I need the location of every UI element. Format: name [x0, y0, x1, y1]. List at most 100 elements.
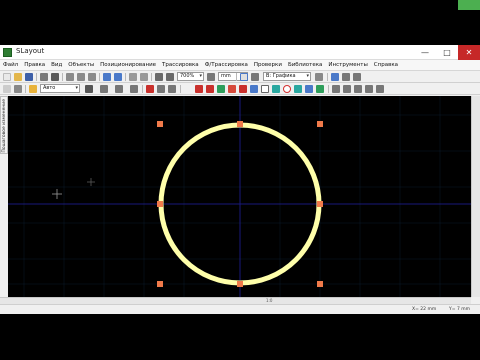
- app-window: SLayout — □ ✕ Файл Правка Вид Объекты По…: [0, 45, 480, 314]
- chevron-down-icon: ▾: [199, 73, 202, 79]
- toolbar-divider: [151, 73, 152, 81]
- ellipse-tool-icon[interactable]: [272, 85, 280, 93]
- new-file-icon[interactable]: [3, 73, 11, 81]
- properties-icon[interactable]: [140, 73, 148, 81]
- circle-tool-icon[interactable]: [283, 85, 291, 93]
- menu-tools[interactable]: Инструменты: [328, 62, 367, 68]
- mirror-icon[interactable]: [332, 85, 340, 93]
- square-tool-icon[interactable]: [261, 85, 269, 93]
- fill-tool-icon[interactable]: [250, 85, 258, 93]
- open-folder-icon[interactable]: [14, 73, 22, 81]
- resize-handle[interactable]: [157, 121, 163, 127]
- move-tool-icon[interactable]: [14, 85, 22, 93]
- toolbar-divider: [125, 73, 126, 81]
- text-tool-icon[interactable]: [100, 85, 108, 93]
- layer-visibility-icon[interactable]: [315, 73, 323, 81]
- component-icon[interactable]: [29, 85, 37, 93]
- menu-file[interactable]: Файл: [3, 62, 18, 68]
- preview-icon[interactable]: [51, 73, 59, 81]
- drawing-canvas[interactable]: [8, 96, 471, 297]
- flip-icon[interactable]: [354, 85, 362, 93]
- undo-icon[interactable]: [103, 73, 111, 81]
- resize-handle[interactable]: [317, 201, 323, 207]
- toolbar-divider: [327, 73, 328, 81]
- snap-icon[interactable]: [251, 73, 259, 81]
- side-panel-label: Пошаговое изменение: [2, 99, 7, 153]
- zoom-out-icon[interactable]: [166, 73, 174, 81]
- menu-autorouting[interactable]: Ф/Трассировка: [205, 62, 248, 68]
- rotate-icon[interactable]: [343, 85, 351, 93]
- side-panel-tab[interactable]: Пошаговое изменение: [0, 96, 8, 154]
- layer-value: В: Графика: [266, 73, 296, 79]
- resize-handle[interactable]: [157, 201, 163, 207]
- align-icon[interactable]: [342, 73, 350, 81]
- window-title: SLayout: [16, 47, 45, 55]
- status-bar: X= 22 mm Y= 7 mm: [0, 304, 480, 314]
- redo-icon[interactable]: [114, 73, 122, 81]
- app-icon: [3, 48, 12, 57]
- zoom-fit-icon[interactable]: [207, 73, 215, 81]
- arc-tool-icon[interactable]: [228, 85, 236, 93]
- minimize-button[interactable]: —: [414, 45, 436, 60]
- resize-handle[interactable]: [237, 121, 243, 127]
- letterbox-top: [0, 0, 480, 45]
- save-icon[interactable]: [25, 73, 33, 81]
- group-icon[interactable]: [365, 85, 373, 93]
- rectangle-tool-icon[interactable]: [217, 85, 225, 93]
- menu-help[interactable]: Справка: [374, 62, 398, 68]
- binoculars-icon[interactable]: [85, 85, 93, 93]
- maximize-button[interactable]: □: [436, 45, 458, 60]
- select-tool-icon[interactable]: [3, 85, 11, 93]
- menu-library[interactable]: Библиотека: [288, 62, 322, 68]
- polygon-tool-icon[interactable]: [294, 85, 302, 93]
- menu-edit[interactable]: Правка: [24, 62, 45, 68]
- via-tool-icon[interactable]: [157, 85, 165, 93]
- chevron-down-icon: ▾: [75, 85, 78, 91]
- close-button[interactable]: ✕: [458, 45, 480, 60]
- toolbar-divider: [328, 85, 329, 93]
- zoom-value: 700%: [180, 73, 195, 79]
- mode-value: Авто: [43, 85, 56, 91]
- mode-select[interactable]: Авто ▾: [40, 84, 80, 93]
- vertical-scrollbar[interactable]: [471, 96, 480, 297]
- delete-icon[interactable]: [129, 73, 137, 81]
- distribute-icon[interactable]: [353, 73, 361, 81]
- resize-handle[interactable]: [237, 281, 243, 287]
- polyline-tool-icon[interactable]: [206, 85, 214, 93]
- toolbar-divider: [62, 73, 63, 81]
- menu-routing[interactable]: Трассировка: [162, 62, 199, 68]
- x-coordinate-readout: X= 22 mm: [412, 307, 437, 312]
- main-toolbar: 700% ▾ mm ▾ В: Графика ▾: [0, 71, 480, 83]
- toolbar-divider: [142, 85, 143, 93]
- y-coordinate-readout: Y= 7 mm: [449, 307, 471, 312]
- paste-icon[interactable]: [88, 73, 96, 81]
- menu-objects[interactable]: Объекты: [68, 62, 94, 68]
- dimension-tool-icon[interactable]: [115, 85, 123, 93]
- zoom-in-icon[interactable]: [155, 73, 163, 81]
- resize-handle[interactable]: [317, 121, 323, 127]
- cut-icon[interactable]: [66, 73, 74, 81]
- chevron-down-icon: ▾: [306, 73, 309, 79]
- zoom-select[interactable]: 700% ▾: [177, 72, 204, 81]
- pad-tool-icon[interactable]: [146, 85, 154, 93]
- grid-icon[interactable]: [240, 73, 248, 81]
- layers-icon[interactable]: [331, 73, 339, 81]
- overlay-badge: [458, 0, 480, 10]
- line-tool-icon[interactable]: [195, 85, 203, 93]
- print-icon[interactable]: [40, 73, 48, 81]
- copy-icon[interactable]: [77, 73, 85, 81]
- horizontal-scrollbar[interactable]: 1:0: [0, 297, 471, 304]
- ungroup-icon[interactable]: [376, 85, 384, 93]
- measure-tool-icon[interactable]: [130, 85, 138, 93]
- bezier-tool-icon[interactable]: [239, 85, 247, 93]
- track-tool-icon[interactable]: [168, 85, 176, 93]
- layer-select[interactable]: В: Графика ▾: [263, 72, 311, 81]
- resize-handle[interactable]: [317, 281, 323, 287]
- letterbox-bottom: [0, 314, 480, 360]
- image-tool-icon[interactable]: [305, 85, 313, 93]
- menu-checks[interactable]: Проверки: [254, 62, 282, 68]
- menu-view[interactable]: Вид: [51, 62, 62, 68]
- resize-handle[interactable]: [157, 281, 163, 287]
- menu-placement[interactable]: Позиционирование: [100, 62, 156, 68]
- solder-mask-icon[interactable]: [316, 85, 324, 93]
